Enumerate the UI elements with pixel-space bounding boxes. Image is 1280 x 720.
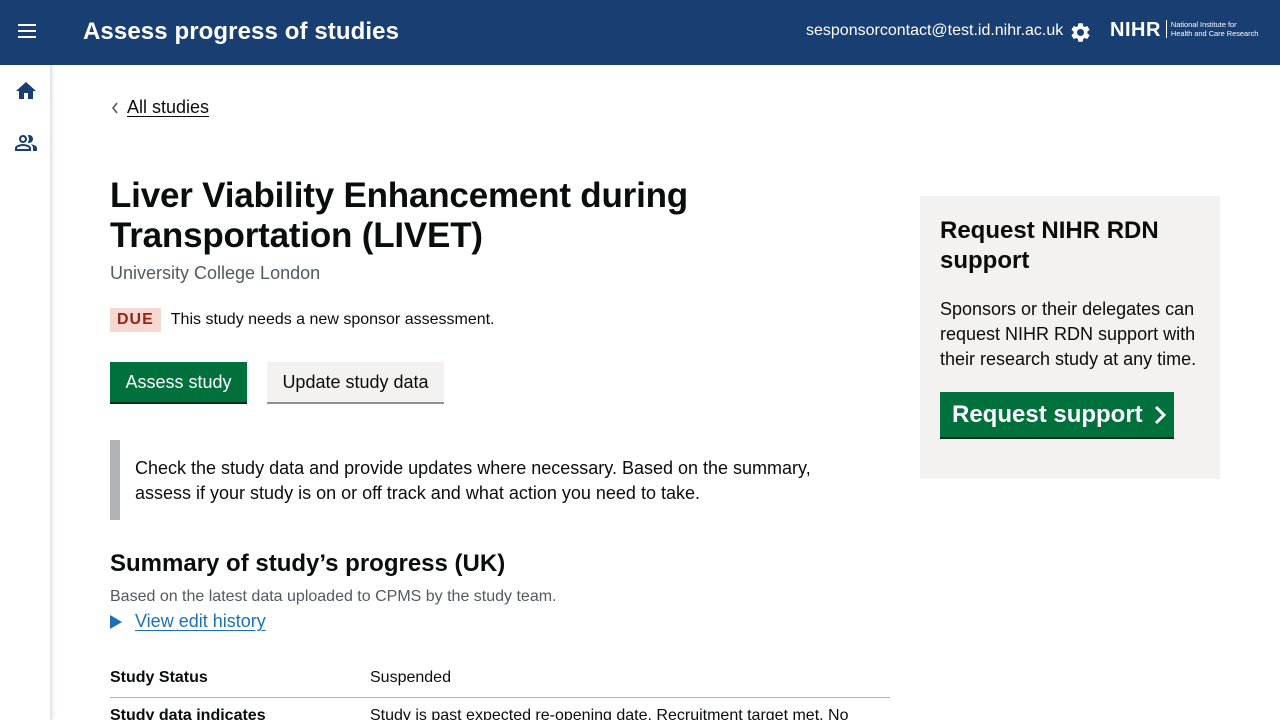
summary-heading: Summary of study’s progress (UK) <box>110 550 506 577</box>
panel-text: Sponsors or their delegates can request … <box>940 299 1197 369</box>
sidebar <box>0 65 52 720</box>
edit-history-details[interactable]: View edit history <box>110 611 266 632</box>
update-study-data-button[interactable]: Update study data <box>267 362 444 402</box>
chevron-right-icon <box>1154 405 1166 424</box>
status-row: DUE This study needs a new sponsor asses… <box>110 308 495 332</box>
logo-text-line2: Health and Care Research <box>1170 29 1259 38</box>
logo-mark: NIHR <box>1110 19 1161 41</box>
app-title[interactable]: Assess progress of studies <box>83 18 399 46</box>
users-icon[interactable] <box>14 131 38 155</box>
request-support-panel: Request NIHR RDN support Sponsors or the… <box>920 196 1220 479</box>
triangle-right-icon <box>110 614 122 629</box>
inset-text: Check the study data and provide updates… <box>110 440 870 520</box>
assess-study-button[interactable]: Assess study <box>110 362 247 402</box>
chevron-left-icon <box>111 102 118 113</box>
view-edit-history-link[interactable]: View edit history <box>135 611 266 632</box>
summary-key: Study data indicates <box>110 707 266 720</box>
panel-title: Request NIHR RDN support <box>940 217 1159 274</box>
request-support-button[interactable]: Request support <box>940 392 1174 437</box>
back-link-all-studies[interactable]: All studies <box>127 97 209 118</box>
summary-key: Study Status <box>110 669 208 686</box>
hamburger-menu-icon[interactable] <box>14 20 40 46</box>
request-support-label: Request support <box>952 400 1143 428</box>
summary-value: Suspended <box>370 669 451 686</box>
summary-value: Study is past expected re-opening date. … <box>370 707 849 720</box>
status-badge: DUE <box>110 308 161 332</box>
summary-row: Study data indicates Study is past expec… <box>110 698 890 720</box>
breadcrumb: All studies <box>110 97 209 118</box>
summary-subtext: Based on the latest data uploaded to CPM… <box>110 588 557 605</box>
logo-text: National Institute for Health and Care R… <box>1165 20 1259 38</box>
status-message: This study needs a new sponsor assessmen… <box>170 311 495 328</box>
user-email: sesponsorcontact@test.id.nihr.ac.uk <box>806 22 1064 39</box>
summary-list: Study Status Suspended Study data indica… <box>110 660 890 720</box>
app-header: Assess progress of studies sesponsorcont… <box>0 0 1280 65</box>
study-organisation: University College London <box>110 263 321 283</box>
logo-text-line1: National Institute for <box>1170 20 1237 29</box>
page-title: Liver Viability Enhancement during Trans… <box>110 176 688 255</box>
nihr-logo[interactable]: NIHR National Institute for Health and C… <box>1110 19 1258 43</box>
gear-icon[interactable] <box>1069 21 1092 44</box>
home-icon[interactable] <box>14 79 38 103</box>
summary-row: Study Status Suspended <box>110 660 890 698</box>
